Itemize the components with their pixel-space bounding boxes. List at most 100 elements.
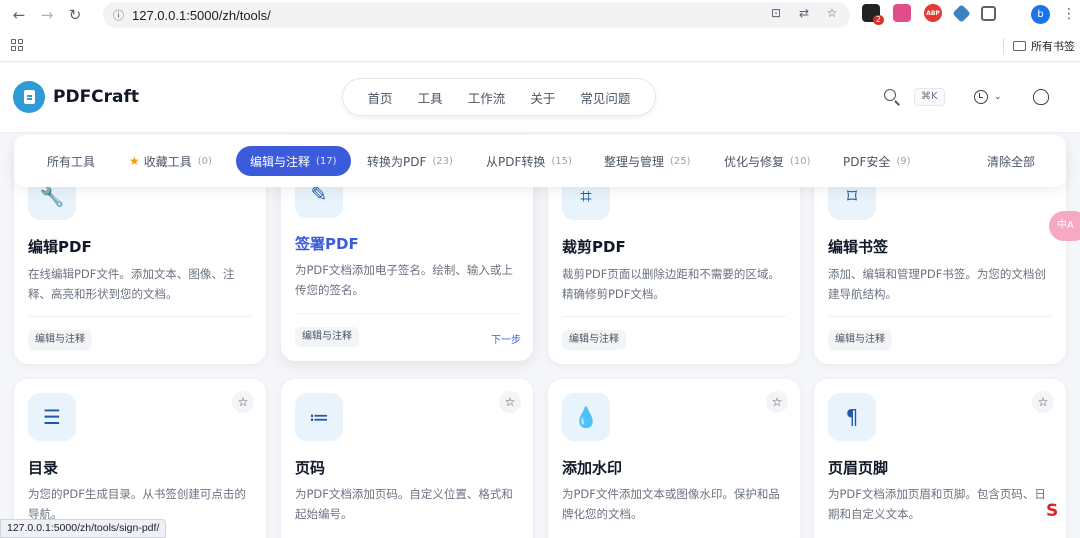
status-bar-url: 127.0.0.1:5000/zh/tools/sign-pdf/: [0, 519, 167, 538]
tab-count: (0): [197, 155, 212, 167]
main-nav: 首页 工具 工作流 关于 常见问题: [342, 78, 656, 116]
adblock-extension-icon[interactable]: ABP: [924, 4, 942, 22]
category-tag: 编辑与注释: [28, 330, 92, 350]
tab-label: 所有工具: [47, 154, 96, 169]
tab-label: 转换为PDF: [367, 154, 427, 169]
bookmark-star-icon[interactable]: ☆: [824, 6, 840, 20]
apps-grid-icon[interactable]: [11, 39, 23, 51]
logo-icon[interactable]: [13, 81, 45, 113]
tab-edit-annotate[interactable]: 编辑与注释 (17): [236, 146, 351, 176]
nav-faq[interactable]: 常见问题: [580, 88, 630, 107]
all-bookmarks-button[interactable]: 所有书签: [1013, 38, 1075, 54]
tab-label: 优化与修复: [724, 154, 785, 169]
browser-menu-icon[interactable]: ⋮: [1062, 6, 1076, 22]
category-tabs: 所有工具 ★ 收藏工具 (0) 编辑与注释 (17) 转换为PDF (23) 从…: [14, 135, 1066, 187]
category-tag: 编辑与注释: [562, 330, 626, 350]
divider: [28, 316, 252, 317]
next-step-link[interactable]: 下一步: [491, 331, 521, 346]
numbered-list-icon: ≔: [295, 393, 343, 441]
favorite-star-icon[interactable]: ☆: [1032, 391, 1054, 413]
card-description: 为PDF文件添加文本或图像水印。保护和品牌化您的文档。: [562, 487, 780, 521]
card-description: 在线编辑PDF文件。添加文本、图像、注释、高亮和形状到您的文档。: [28, 267, 235, 301]
tab-convert-from-pdf[interactable]: 从PDF转换 (15): [486, 146, 572, 176]
clock-icon: [974, 90, 988, 104]
tab-count: (15): [551, 155, 572, 167]
profile-avatar[interactable]: b: [1031, 5, 1050, 24]
tab-count: (10): [790, 155, 811, 167]
card-title: 签署PDF: [295, 235, 359, 253]
tab-pdf-security[interactable]: PDF安全 (9): [843, 146, 911, 176]
address-url: 127.0.0.1:5000/zh/tools/: [132, 7, 271, 23]
card-title: 目录: [28, 459, 59, 477]
back-icon[interactable]: ←: [8, 4, 30, 26]
nav-about[interactable]: 关于: [530, 88, 555, 107]
extension-icon[interactable]: [893, 4, 911, 22]
droplet-icon: 💧: [562, 393, 610, 441]
tab-favorites[interactable]: ★ 收藏工具 (0): [129, 146, 212, 176]
tool-card-page-numbers[interactable]: ≔ ☆ 页码 为PDF文档添加页码。自定义位置、格式和起始编号。: [281, 379, 533, 538]
divider: [295, 313, 519, 314]
extension-icon[interactable]: [952, 3, 971, 23]
tab-label: 清除全部: [987, 154, 1036, 169]
star-icon: ★: [129, 154, 140, 168]
divider: [1003, 38, 1004, 54]
card-description: 添加、编辑和管理PDF书签。为您的文档创建导航结构。: [828, 267, 1046, 301]
tool-card-toc[interactable]: ☰ ☆ 目录 为您的PDF生成目录。从书签创建可点击的导航。: [14, 379, 266, 538]
card-description: 裁剪PDF页面以删除边距和不需要的区域。精确修剪PDF文档。: [562, 267, 780, 301]
install-app-icon[interactable]: ⊡: [768, 6, 784, 20]
site-info-icon[interactable]: ⓘ: [113, 7, 124, 23]
all-bookmarks-label: 所有书签: [1031, 40, 1075, 53]
tab-count: (25): [670, 155, 691, 167]
card-title: 页眉页脚: [828, 459, 889, 477]
card-title: 页码: [295, 459, 326, 477]
reload-icon[interactable]: ↻: [64, 4, 86, 26]
extension-badge: 2: [872, 15, 884, 25]
card-title: 编辑书签: [828, 238, 889, 256]
card-description: 为PDF文档添加页眉和页脚。包含页码、日期和自定义文本。: [828, 487, 1046, 521]
card-description: 为您的PDF生成目录。从书签创建可点击的导航。: [28, 487, 246, 521]
list-icon: ☰: [28, 393, 76, 441]
tab-count: (9): [896, 155, 911, 167]
s-logo-icon[interactable]: S: [1046, 501, 1058, 521]
tab-optimize-repair[interactable]: 优化与修复 (10): [724, 146, 811, 176]
extensions-puzzle-icon[interactable]: [981, 5, 996, 21]
favorite-star-icon[interactable]: ☆: [499, 391, 521, 413]
tab-label: 编辑与注释: [250, 154, 311, 169]
tab-organize-manage[interactable]: 整理与管理 (25): [604, 146, 691, 176]
card-description: 为PDF文档添加页码。自定义位置、格式和起始编号。: [295, 487, 513, 521]
category-tag: 编辑与注释: [828, 330, 892, 350]
extension-icon[interactable]: 2: [862, 4, 884, 25]
tab-label: 收藏工具: [143, 154, 192, 169]
nav-home[interactable]: 首页: [368, 88, 393, 107]
nav-workflow[interactable]: 工作流: [468, 88, 506, 107]
app-header: PDFCraft 首页 工具 工作流 关于 常见问题 ⌘K ⌄: [0, 63, 1080, 133]
tab-convert-to-pdf[interactable]: 转换为PDF (23): [367, 146, 453, 176]
tab-label: 从PDF转换: [486, 154, 546, 169]
chevron-down-icon: ⌄: [994, 92, 1002, 102]
tab-count: (23): [432, 155, 453, 167]
card-title: 编辑PDF: [28, 238, 92, 256]
favorite-star-icon[interactable]: ☆: [232, 391, 254, 413]
divider: [828, 316, 1052, 317]
translate-page-icon[interactable]: ⇄: [796, 6, 812, 20]
tool-card-add-watermark[interactable]: 💧 ☆ 添加水印 为PDF文件添加文本或图像水印。保护和品牌化您的文档。: [548, 379, 800, 538]
search-icon[interactable]: [883, 88, 901, 106]
search-shortcut-badge[interactable]: ⌘K: [914, 88, 945, 106]
tab-all-tools[interactable]: 所有工具: [47, 146, 95, 176]
tool-card-header-footer[interactable]: ¶ ☆ 页眉页脚 为PDF文档添加页眉和页脚。包含页码、日期和自定义文本。: [814, 379, 1066, 538]
forward-icon[interactable]: →: [36, 4, 58, 26]
nav-tools[interactable]: 工具: [418, 88, 443, 107]
bookmarks-bar: 所有书签: [0, 30, 1080, 62]
brand-name[interactable]: PDFCraft: [53, 87, 139, 107]
folder-icon: [1013, 41, 1026, 51]
github-icon[interactable]: [1033, 89, 1049, 105]
divider: [562, 316, 786, 317]
clear-all-button[interactable]: 清除全部: [987, 146, 1035, 176]
address-bar[interactable]: ⓘ 127.0.0.1:5000/zh/tools/ ⊡ ⇄ ☆: [103, 2, 850, 28]
tab-label: PDF安全: [843, 154, 891, 169]
translate-bubble[interactable]: 中A: [1049, 211, 1080, 241]
history-button[interactable]: ⌄: [974, 90, 1002, 104]
pilcrow-icon: ¶: [828, 393, 876, 441]
favorite-star-icon[interactable]: ☆: [766, 391, 788, 413]
card-title: 裁剪PDF: [562, 238, 626, 256]
